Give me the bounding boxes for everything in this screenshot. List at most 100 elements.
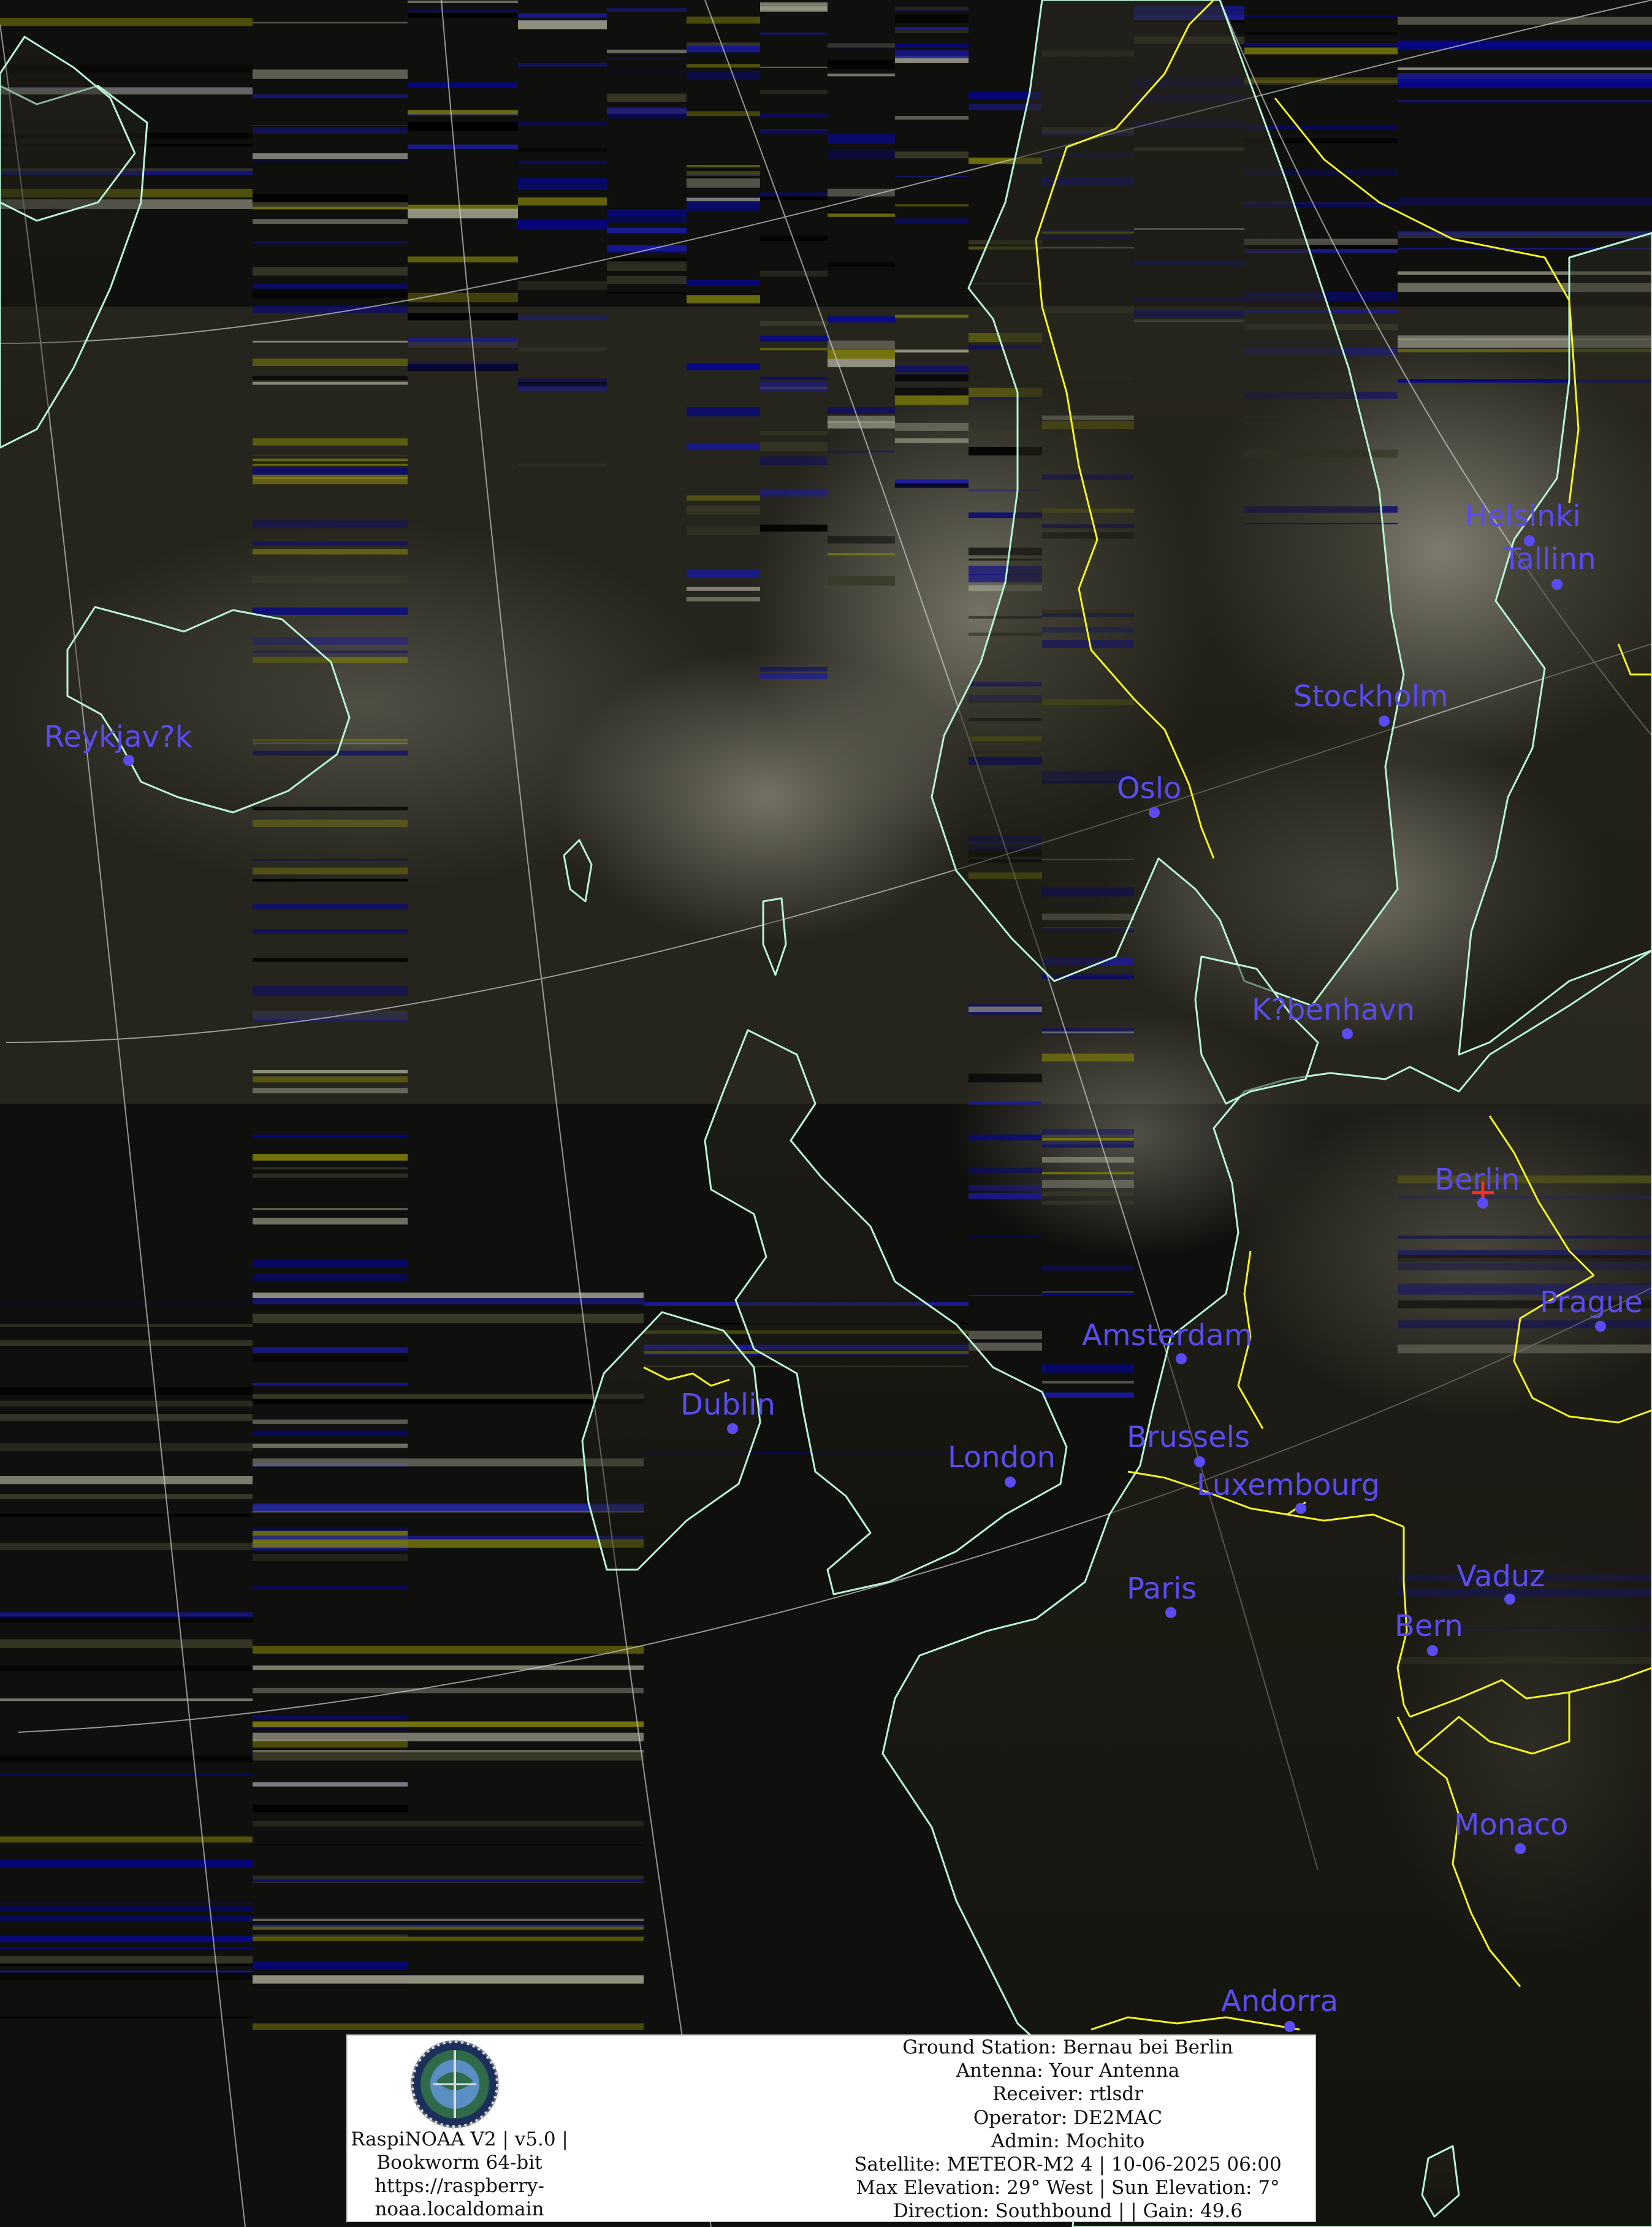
- noise-streak: [828, 262, 895, 270]
- noise-streak: [0, 1902, 253, 1904]
- noise-streak: [828, 188, 895, 197]
- noise-streak: [828, 212, 895, 214]
- noise-streak: [969, 1236, 1042, 1237]
- city-marker: [123, 755, 134, 766]
- noise-streak: [253, 819, 408, 827]
- noise-streak: [969, 1185, 1042, 1191]
- noise-streak: [607, 261, 687, 271]
- noise-streak: [687, 171, 760, 176]
- city-label: Vaduz: [1456, 1559, 1545, 1594]
- noise-streak: [253, 461, 408, 464]
- noise-streak: [1244, 15, 1398, 17]
- noise-streak: [0, 1443, 253, 1452]
- noise-streak: [253, 1273, 408, 1282]
- city-marker: [1595, 1321, 1606, 1332]
- noise-streak: [1244, 42, 1398, 47]
- noise-streak: [253, 1750, 644, 1752]
- noise-streak: [253, 438, 408, 446]
- noise-streak: [1042, 1366, 1134, 1373]
- ground-station-text: Ground Station: Bernau bei Berlin: [902, 2036, 1233, 2058]
- noise-streak: [969, 1294, 1042, 1296]
- noise-streak: [253, 21, 408, 24]
- noise-streak: [253, 69, 408, 79]
- noise-streak: [253, 1443, 408, 1448]
- city-label: London: [948, 1440, 1056, 1475]
- noise-streak: [895, 151, 969, 159]
- noise-streak: [687, 178, 760, 188]
- noise-streak: [518, 220, 607, 229]
- city-marker: [1504, 1594, 1515, 1605]
- software-line: RaspiNOAA V2 | v5.0 |: [351, 2128, 568, 2150]
- noise-streak: [895, 388, 969, 395]
- noise-streak: [408, 144, 518, 149]
- noise-streak: [760, 131, 828, 135]
- noise-streak: [895, 10, 969, 12]
- city-label: Helsinki: [1465, 499, 1581, 533]
- direction-text: Direction: Southbound | | Gain: 49.6: [893, 2200, 1243, 2223]
- noise-streak: [607, 107, 687, 115]
- noise-streak: [253, 1919, 644, 1922]
- city-marker: [1149, 807, 1160, 818]
- noise-streak: [253, 283, 408, 289]
- noise-streak: [1398, 17, 1652, 25]
- noise-streak: [687, 295, 760, 304]
- city-label: Reykjav?k: [44, 720, 192, 754]
- noise-streak: [0, 1972, 253, 1980]
- noise-streak: [1244, 32, 1398, 35]
- city-label: Prague: [1540, 1285, 1643, 1320]
- noise-streak: [518, 378, 607, 380]
- noise-streak: [1042, 1031, 1134, 1034]
- noise-streak: [607, 291, 687, 294]
- noise-streak: [895, 14, 969, 23]
- noise-streak: [969, 1342, 1042, 1351]
- city-marker: [1295, 1503, 1306, 1514]
- noise-streak: [1042, 1191, 1134, 1196]
- noise-streak: [253, 1554, 408, 1561]
- noise-streak: [760, 2, 828, 10]
- noise-streak: [253, 904, 408, 910]
- city-label: Luxembourg: [1197, 1468, 1380, 1502]
- noise-streak: [1398, 196, 1652, 207]
- noise-streak: [0, 18, 253, 26]
- noise-streak: [828, 536, 895, 544]
- noise-streak: [518, 347, 607, 352]
- receiver-text: Receiver: rtlsdr: [992, 2083, 1144, 2106]
- noise-streak: [0, 1665, 253, 1671]
- noise-streak: [828, 73, 895, 77]
- noise-streak: [253, 358, 408, 366]
- noise-streak: [1042, 1140, 1134, 1148]
- noise-streak: [253, 475, 408, 484]
- noise-streak: [895, 30, 969, 34]
- city-marker: [1194, 1456, 1205, 1467]
- noise-streak: [1042, 1180, 1134, 1188]
- city-label: Stockholm: [1293, 679, 1448, 714]
- city-label: Berlin: [1434, 1163, 1520, 1197]
- noise-streak: [518, 197, 607, 206]
- noise-streak: [607, 8, 687, 12]
- noise-streak: [1042, 1053, 1134, 1062]
- noise-streak: [0, 1616, 253, 1622]
- noise-streak: [828, 213, 895, 217]
- noise-streak: [0, 1387, 253, 1395]
- city-label: Bern: [1395, 1609, 1463, 1643]
- noise-streak: [760, 667, 828, 672]
- noise-streak: [518, 381, 607, 387]
- noise-streak: [253, 1347, 408, 1353]
- operator-text: Operator: DE2MAC: [973, 2106, 1163, 2129]
- noise-streak: [828, 134, 895, 144]
- city-label: Brussels: [1127, 1420, 1250, 1454]
- noise-streak: [969, 1006, 1042, 1012]
- noise-streak: [687, 197, 760, 202]
- city-marker: [1379, 716, 1390, 727]
- noise-streak: [253, 1010, 408, 1020]
- city-marker: [1176, 1353, 1187, 1364]
- noise-streak: [969, 1101, 1042, 1105]
- noise-streak: [253, 1313, 644, 1324]
- noise-streak: [687, 495, 760, 501]
- noise-streak: [607, 71, 687, 73]
- noise-streak: [687, 443, 760, 451]
- noise-streak: [253, 958, 408, 962]
- noise-streak: [760, 335, 828, 342]
- noise-streak: [253, 1218, 408, 1224]
- noise-streak: [253, 607, 408, 615]
